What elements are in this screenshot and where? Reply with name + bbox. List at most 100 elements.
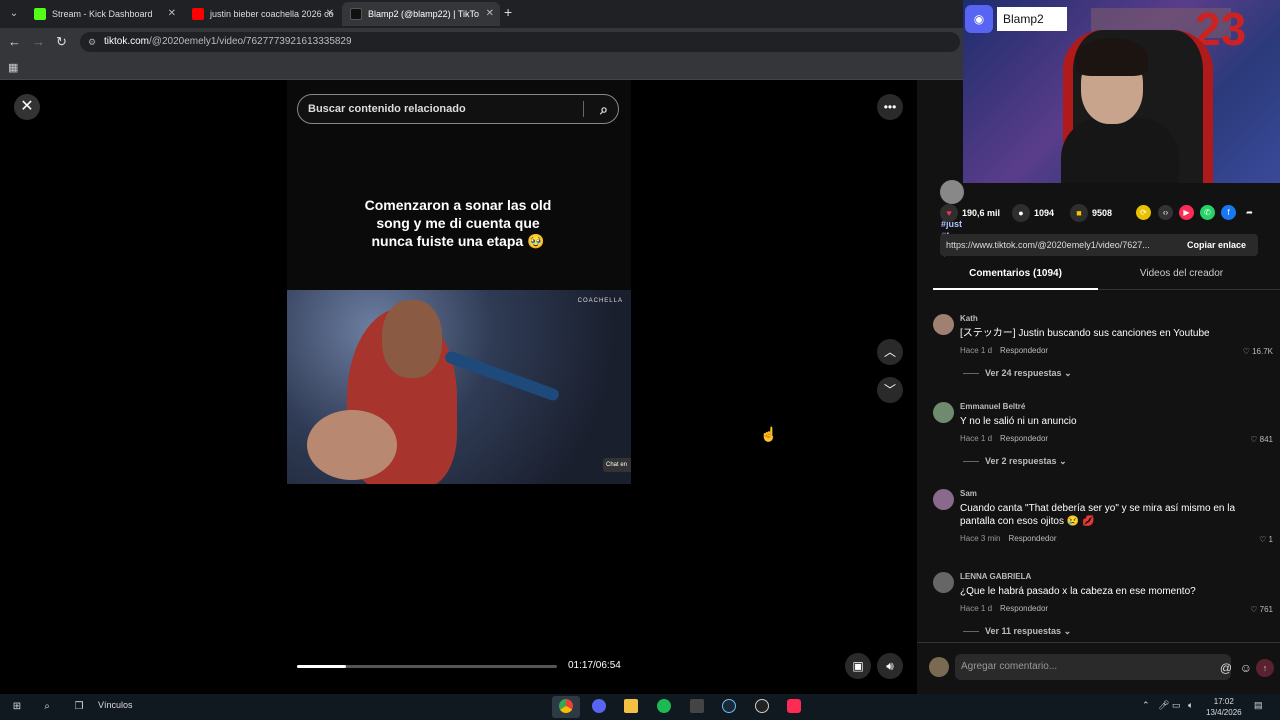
tab-tiktok[interactable]: Blamp2 (@blamp22) | TikTo ✕ [342,2,500,26]
commenter-name[interactable]: Emmanuel Beltré [960,402,1025,411]
previous-video-chevron-up-icon[interactable]: ︿ [877,339,903,365]
discord-icon: ◉ [965,5,993,33]
comment-meta: Hace 1 d Respondedor [960,434,1048,443]
embed-icon[interactable]: ‹› [1158,205,1173,220]
site-info-icon[interactable]: ⚙ [88,32,96,52]
network-icon[interactable]: ▭ [1172,700,1181,711]
tab-search-chevron-icon[interactable]: ⌄ [6,6,22,22]
close-video-button[interactable]: ✕ [14,94,40,120]
facebook-icon[interactable]: f [1221,205,1236,220]
windows-taskbar: ⊞ ⌕ ❐ Vínculos ⌃ 🎤︎ ▭ 🔈︎ 17:02 13/4/2026… [0,694,1280,720]
view-replies-button[interactable]: Ver 2 respuestas ⌄ [963,456,1067,467]
comment-button[interactable]: ● 1094 [1012,204,1054,222]
spotify-icon[interactable] [650,696,678,718]
comment-time: Hace 1 d [960,434,993,443]
reply-button[interactable]: Respondedor [1000,434,1048,443]
emoji-icon[interactable]: ☺ [1240,661,1252,675]
comment-like-button[interactable]: ♡ 1 [1259,535,1273,544]
comment-item: LENNA GABRIELA ¿Que le habrá pasado x la… [933,572,1273,638]
volume-icon[interactable]: 🔊︎ [877,653,903,679]
copy-link-button[interactable]: Copiar enlace [1187,234,1246,256]
clock-time: 17:02 [1213,697,1234,706]
volume-tray-icon[interactable]: 🔈︎ [1188,700,1193,711]
commenter-name[interactable]: LENNA GABRIELA [960,572,1031,581]
whatsapp-icon[interactable]: ✆ [1200,205,1215,220]
tiktok-icon [350,8,362,20]
task-view-icon[interactable]: ❐ [70,698,88,716]
close-tab-icon[interactable]: ✕ [486,2,494,26]
commenter-avatar[interactable] [933,489,954,510]
epic-games-icon[interactable] [683,696,711,718]
comment-like-button[interactable]: ♡ 761 [1250,605,1273,614]
singer-hand [307,410,397,480]
comment-like-button[interactable]: ♡ 841 [1250,435,1273,444]
reply-button[interactable]: Respondedor [1008,534,1056,543]
url-field[interactable]: ⚙ tiktok.com/@2020emely1/video/762777392… [80,32,960,52]
microphone-icon[interactable]: 🎤︎ [1158,700,1169,711]
singer-head [382,300,442,378]
comment-count: 1094 [1034,208,1055,218]
close-tab-icon[interactable]: ✕ [168,2,176,26]
tab-label: Blamp2 (@blamp22) | TikTo [368,9,480,19]
reload-icon[interactable]: ↻ [56,34,67,50]
video-time: 01:17/06:54 [568,660,621,671]
video-frame[interactable]: COACHELLA Chat en [287,290,631,484]
my-avatar [929,657,949,677]
back-icon[interactable]: ← [8,34,21,50]
commenter-avatar[interactable] [933,572,954,593]
close-tab-icon[interactable]: ✕ [326,2,334,26]
mention-icon[interactable]: @ [1220,661,1232,675]
comment-meta: Hace 3 min Respondedor [960,534,1057,543]
comment-like-button[interactable]: ♡ 16.7K [1243,347,1273,356]
commenter-avatar[interactable] [933,402,954,423]
send-comment-icon[interactable]: ↑ [1256,659,1274,677]
tab-kick-dashboard[interactable]: Stream - Kick Dashboard ✕ [26,2,182,26]
tab-youtube[interactable]: justin bieber coachella 2026 co ✕ [184,2,340,26]
notifications-icon[interactable]: ▤ [1254,700,1263,711]
creator-avatar[interactable] [940,180,964,204]
search-icon[interactable]: ⌕ [38,698,56,716]
like-button[interactable]: ♥ 190,6 mil [940,204,1000,222]
video-link-field[interactable]: https://www.tiktok.com/@2020emely1/video… [940,234,1258,256]
repost-icon[interactable]: ⟳ [1136,205,1151,220]
comment-input[interactable]: Agregar comentario... [955,654,1231,680]
discord-taskbar-icon[interactable] [585,696,613,718]
chrome-taskbar-icon[interactable] [552,696,580,718]
obs-icon[interactable] [748,696,776,718]
windows-start-icon[interactable]: ⊞ [8,698,26,716]
save-button[interactable]: ■ 9508 [1070,204,1112,222]
video-progress-bar[interactable] [297,665,557,668]
share-arrow-icon[interactable]: ➦ [1242,205,1257,220]
view-replies-button[interactable]: Ver 24 respuestas ⌄ [963,368,1072,379]
search-icon[interactable]: ⌕ [600,95,608,123]
view-replies-label: Ver 2 respuestas [985,456,1057,466]
microphone [443,349,561,403]
more-options-icon[interactable]: ••• [877,94,903,120]
tiktok-taskbar-icon[interactable] [780,696,808,718]
comment-meta: Hace 1 d Respondedor [960,346,1048,355]
heart-icon: ♥ [940,204,958,222]
video-link-text: https://www.tiktok.com/@2020emely1/video… [946,240,1150,250]
links-toolbar[interactable]: Vínculos [98,700,133,710]
tray-chevron-icon[interactable]: ⌃ [1142,700,1150,711]
apps-grid-icon[interactable]: ▦ [8,61,18,74]
related-search-input[interactable]: Buscar contenido relacionado ⌕ [297,94,619,124]
commenter-name[interactable]: Kath [960,314,978,323]
tab-comments[interactable]: Comentarios (1094) [933,268,1098,290]
system-clock[interactable]: 17:02 13/4/2026 [1206,696,1242,718]
next-video-chevron-down-icon[interactable]: ﹀ [877,377,903,403]
reply-button[interactable]: Respondedor [1000,604,1048,613]
video-caption: Comenzaron a sonar las old song y me di … [364,197,552,249]
tab-creator-videos[interactable]: Videos del creador [1103,268,1260,279]
reply-button[interactable]: Respondedor [1000,346,1048,355]
floating-player-icon[interactable]: ▣ [845,653,871,679]
commenter-name[interactable]: Sam [960,489,977,498]
mouse-cursor: ☝ [760,426,778,442]
commenter-avatar[interactable] [933,314,954,335]
file-explorer-icon[interactable] [617,696,645,718]
new-tab-button[interactable]: + [504,4,512,20]
forward-icon[interactable]: → [32,34,45,50]
steam-icon[interactable] [715,696,743,718]
send-to-friends-icon[interactable]: ▶ [1179,205,1194,220]
view-replies-button[interactable]: Ver 11 respuestas ⌄ [963,626,1071,637]
